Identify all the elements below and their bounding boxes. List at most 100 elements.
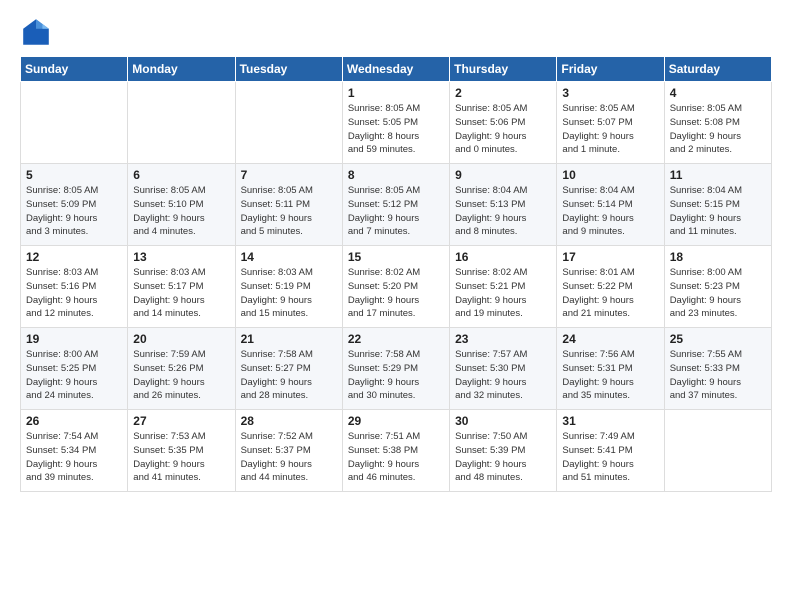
calendar-day-cell (235, 82, 342, 164)
calendar-day-cell: 1Sunrise: 8:05 AM Sunset: 5:05 PM Daylig… (342, 82, 449, 164)
day-info: Sunrise: 8:05 AM Sunset: 5:08 PM Dayligh… (670, 102, 766, 157)
calendar-day-header: Tuesday (235, 57, 342, 82)
day-info: Sunrise: 8:05 AM Sunset: 5:10 PM Dayligh… (133, 184, 229, 239)
day-info: Sunrise: 7:52 AM Sunset: 5:37 PM Dayligh… (241, 430, 337, 485)
calendar-day-cell: 10Sunrise: 8:04 AM Sunset: 5:14 PM Dayli… (557, 164, 664, 246)
day-number: 13 (133, 250, 229, 264)
calendar-day-cell: 4 Sunrise: 8:05 AM Sunset: 5:08 PM Daylig… (664, 82, 771, 164)
calendar-day-cell: 7Sunrise: 8:05 AM Sunset: 5:11 PM Daylig… (235, 164, 342, 246)
day-info: Sunrise: 7:51 AM Sunset: 5:38 PM Dayligh… (348, 430, 444, 485)
day-info: Sunrise: 7:58 AM Sunset: 5:29 PM Dayligh… (348, 348, 444, 403)
day-number: 19 (26, 332, 122, 346)
day-number: 8 (348, 168, 444, 182)
calendar-day-cell: 16 Sunrise: 8:02 AM Sunset: 5:21 PM Dayli… (450, 246, 557, 328)
calendar-day-cell: 14Sunrise: 8:03 AM Sunset: 5:19 PM Dayli… (235, 246, 342, 328)
day-number: 12 (26, 250, 122, 264)
day-info: Sunrise: 8:04 AM Sunset: 5:15 PM Dayligh… (670, 184, 766, 239)
day-number: 21 (241, 332, 337, 346)
day-info: Sunrise: 8:01 AM Sunset: 5:22 PM Dayligh… (562, 266, 658, 321)
day-info: Sunrise: 7:55 AM Sunset: 5:33 PM Dayligh… (670, 348, 766, 403)
day-number: 25 (670, 332, 766, 346)
day-number: 4 (670, 86, 766, 100)
day-info: Sunrise: 7:57 AM Sunset: 5:30 PM Dayligh… (455, 348, 551, 403)
day-info: Sunrise: 7:53 AM Sunset: 5:35 PM Dayligh… (133, 430, 229, 485)
day-number: 6 (133, 168, 229, 182)
calendar-day-cell: 5 Sunrise: 8:05 AM Sunset: 5:09 PM Daylig… (21, 164, 128, 246)
day-number: 31 (562, 414, 658, 428)
calendar-day-cell: 28 Sunrise: 7:52 AM Sunset: 5:37 PM Dayli… (235, 410, 342, 492)
day-number: 16 (455, 250, 551, 264)
calendar-day-cell (128, 82, 235, 164)
day-number: 3 (562, 86, 658, 100)
day-info: Sunrise: 8:02 AM Sunset: 5:21 PM Dayligh… (455, 266, 551, 321)
calendar-week-row: 1Sunrise: 8:05 AM Sunset: 5:05 PM Daylig… (21, 82, 772, 164)
day-info: Sunrise: 7:59 AM Sunset: 5:26 PM Dayligh… (133, 348, 229, 403)
day-number: 7 (241, 168, 337, 182)
header (20, 16, 772, 48)
day-info: Sunrise: 7:49 AM Sunset: 5:41 PM Dayligh… (562, 430, 658, 485)
calendar-day-cell: 21Sunrise: 7:58 AM Sunset: 5:27 PM Dayli… (235, 328, 342, 410)
calendar-day-cell: 29 Sunrise: 7:51 AM Sunset: 5:38 PM Dayli… (342, 410, 449, 492)
calendar-week-row: 5 Sunrise: 8:05 AM Sunset: 5:09 PM Daylig… (21, 164, 772, 246)
day-number: 11 (670, 168, 766, 182)
day-info: Sunrise: 8:03 AM Sunset: 5:17 PM Dayligh… (133, 266, 229, 321)
calendar-day-header: Saturday (664, 57, 771, 82)
calendar-day-cell: 9 Sunrise: 8:04 AM Sunset: 5:13 PM Daylig… (450, 164, 557, 246)
calendar-day-cell: 17 Sunrise: 8:01 AM Sunset: 5:22 PM Dayli… (557, 246, 664, 328)
day-number: 14 (241, 250, 337, 264)
calendar-day-cell (21, 82, 128, 164)
calendar-week-row: 26 Sunrise: 7:54 AM Sunset: 5:34 PM Dayli… (21, 410, 772, 492)
calendar-day-cell: 6 Sunrise: 8:05 AM Sunset: 5:10 PM Daylig… (128, 164, 235, 246)
calendar-day-cell: 12 Sunrise: 8:03 AM Sunset: 5:16 PM Dayli… (21, 246, 128, 328)
calendar-day-cell: 24Sunrise: 7:56 AM Sunset: 5:31 PM Dayli… (557, 328, 664, 410)
day-number: 23 (455, 332, 551, 346)
day-info: Sunrise: 8:03 AM Sunset: 5:16 PM Dayligh… (26, 266, 122, 321)
day-number: 2 (455, 86, 551, 100)
calendar-day-cell: 23 Sunrise: 7:57 AM Sunset: 5:30 PM Dayli… (450, 328, 557, 410)
logo (20, 16, 56, 48)
day-number: 9 (455, 168, 551, 182)
day-info: Sunrise: 8:00 AM Sunset: 5:25 PM Dayligh… (26, 348, 122, 403)
calendar-day-header: Sunday (21, 57, 128, 82)
calendar-week-row: 19 Sunrise: 8:00 AM Sunset: 5:25 PM Dayli… (21, 328, 772, 410)
day-info: Sunrise: 7:50 AM Sunset: 5:39 PM Dayligh… (455, 430, 551, 485)
day-info: Sunrise: 8:05 AM Sunset: 5:05 PM Dayligh… (348, 102, 444, 157)
calendar-day-cell: 13 Sunrise: 8:03 AM Sunset: 5:17 PM Dayli… (128, 246, 235, 328)
calendar-day-cell: 15Sunrise: 8:02 AM Sunset: 5:20 PM Dayli… (342, 246, 449, 328)
calendar-day-cell: 18Sunrise: 8:00 AM Sunset: 5:23 PM Dayli… (664, 246, 771, 328)
day-number: 28 (241, 414, 337, 428)
day-info: Sunrise: 8:04 AM Sunset: 5:13 PM Dayligh… (455, 184, 551, 239)
day-number: 17 (562, 250, 658, 264)
day-info: Sunrise: 8:04 AM Sunset: 5:14 PM Dayligh… (562, 184, 658, 239)
calendar-week-row: 12 Sunrise: 8:03 AM Sunset: 5:16 PM Dayli… (21, 246, 772, 328)
calendar-day-header: Thursday (450, 57, 557, 82)
calendar-day-cell: 25 Sunrise: 7:55 AM Sunset: 5:33 PM Dayli… (664, 328, 771, 410)
day-info: Sunrise: 7:56 AM Sunset: 5:31 PM Dayligh… (562, 348, 658, 403)
day-number: 27 (133, 414, 229, 428)
calendar-table: SundayMondayTuesdayWednesdayThursdayFrid… (20, 56, 772, 492)
calendar-day-cell: 3 Sunrise: 8:05 AM Sunset: 5:07 PM Daylig… (557, 82, 664, 164)
day-info: Sunrise: 7:54 AM Sunset: 5:34 PM Dayligh… (26, 430, 122, 485)
calendar-day-cell: 19 Sunrise: 8:00 AM Sunset: 5:25 PM Dayli… (21, 328, 128, 410)
calendar-day-cell: 31 Sunrise: 7:49 AM Sunset: 5:41 PM Dayli… (557, 410, 664, 492)
calendar-day-cell: 20 Sunrise: 7:59 AM Sunset: 5:26 PM Dayli… (128, 328, 235, 410)
calendar-day-cell: 30 Sunrise: 7:50 AM Sunset: 5:39 PM Dayli… (450, 410, 557, 492)
calendar-day-cell (664, 410, 771, 492)
calendar-day-cell: 22Sunrise: 7:58 AM Sunset: 5:29 PM Dayli… (342, 328, 449, 410)
calendar-day-cell: 11 Sunrise: 8:04 AM Sunset: 5:15 PM Dayli… (664, 164, 771, 246)
calendar-day-header: Friday (557, 57, 664, 82)
calendar-day-header: Monday (128, 57, 235, 82)
day-number: 29 (348, 414, 444, 428)
day-number: 26 (26, 414, 122, 428)
day-number: 30 (455, 414, 551, 428)
day-number: 18 (670, 250, 766, 264)
logo-icon (20, 16, 52, 48)
day-info: Sunrise: 8:05 AM Sunset: 5:07 PM Dayligh… (562, 102, 658, 157)
day-info: Sunrise: 8:05 AM Sunset: 5:09 PM Dayligh… (26, 184, 122, 239)
calendar-header-row: SundayMondayTuesdayWednesdayThursdayFrid… (21, 57, 772, 82)
calendar-day-cell: 8 Sunrise: 8:05 AM Sunset: 5:12 PM Daylig… (342, 164, 449, 246)
day-info: Sunrise: 8:05 AM Sunset: 5:12 PM Dayligh… (348, 184, 444, 239)
day-number: 5 (26, 168, 122, 182)
day-number: 20 (133, 332, 229, 346)
calendar-day-cell: 26 Sunrise: 7:54 AM Sunset: 5:34 PM Dayli… (21, 410, 128, 492)
